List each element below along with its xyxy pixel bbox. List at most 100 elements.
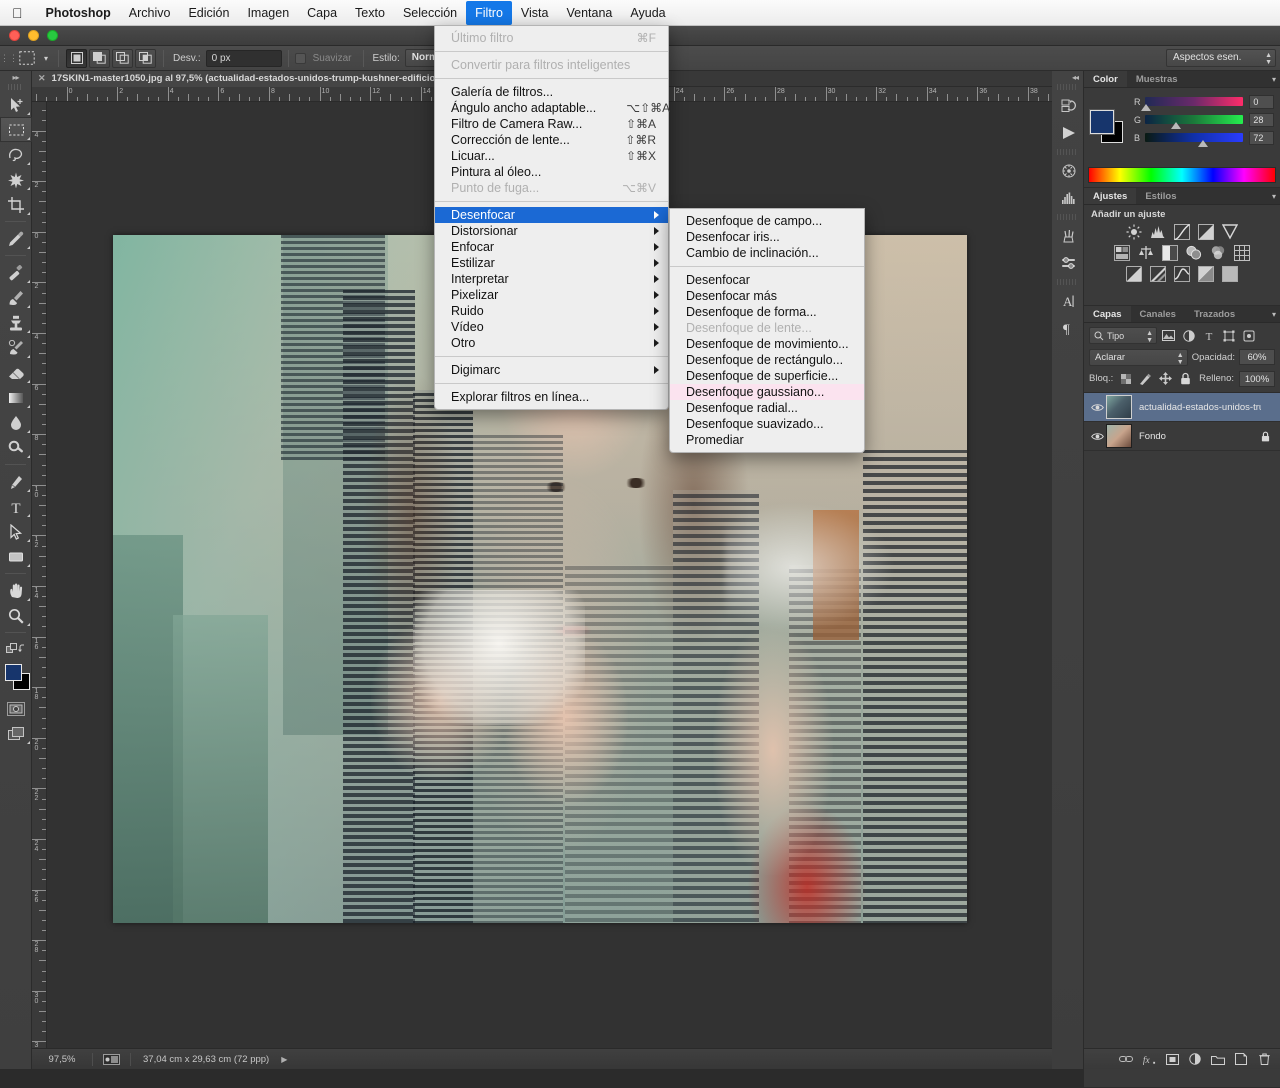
menu-item-cambio-de-inclinaci-n[interactable]: Cambio de inclinación... (670, 245, 864, 261)
zoom-tool[interactable] (0, 603, 32, 628)
color-spectrum-ramp[interactable] (1088, 167, 1276, 183)
color-slider-row-g[interactable]: G 28 (1134, 112, 1274, 129)
layer-thumbnail[interactable] (1106, 424, 1132, 448)
dodge-tool[interactable] (0, 435, 32, 460)
invert-icon[interactable] (1124, 265, 1144, 282)
menu-item-pixelizar[interactable]: Pixelizar (435, 287, 668, 303)
navigator-icon[interactable] (1052, 157, 1084, 184)
healing-brush-tool[interactable] (0, 260, 32, 285)
eye-icon[interactable] (1089, 432, 1106, 441)
menubar-item-photoshop[interactable]: Photoshop (37, 1, 120, 25)
eye-icon[interactable] (1089, 403, 1106, 412)
hand-tool[interactable] (0, 578, 32, 603)
dock-section-handle[interactable] (1057, 149, 1078, 155)
menu-item-pintura-al-leo[interactable]: Pintura al óleo... (435, 164, 668, 180)
layer-list[interactable]: actualidad-estados-unidos-trump-kus... Fo… (1084, 392, 1280, 451)
hue-saturation-icon[interactable] (1112, 244, 1132, 261)
channel-value-g[interactable]: 28 (1249, 112, 1274, 127)
lock-transparency-icon[interactable] (1118, 371, 1133, 386)
color-panel-tabs[interactable]: Color Muestras ▾ (1084, 71, 1280, 88)
filter-menu[interactable]: Último filtro ⌘F Convertir para filtros in… (434, 25, 670, 410)
menu-item-desenfoque-de-forma[interactable]: Desenfoque de forma... (670, 304, 864, 320)
channel-value-b[interactable]: 72 (1249, 130, 1274, 145)
menu-item-interpretar[interactable]: Interpretar (435, 271, 668, 287)
history-brush-tool[interactable] (0, 335, 32, 360)
panel-menu-icon[interactable]: ▾ (1272, 310, 1276, 319)
subtract-from-selection-button[interactable] (112, 48, 133, 68)
threshold-icon[interactable] (1172, 265, 1192, 282)
menu-item-desenfoque-gaussiano[interactable]: Desenfoque gaussiano... (670, 384, 864, 400)
tab-color[interactable]: Color (1084, 71, 1127, 87)
color-panel-swatches[interactable] (1089, 109, 1124, 144)
tab-muestras[interactable]: Muestras (1127, 71, 1187, 87)
layer-row[interactable]: actualidad-estados-unidos-trump-kus... (1084, 393, 1280, 422)
adjustment-filter-icon[interactable] (1180, 327, 1197, 344)
tab-capas[interactable]: Capas (1084, 306, 1131, 322)
tool-preset-chevron-icon[interactable]: ▾ (40, 54, 52, 63)
move-tool[interactable] (0, 92, 32, 117)
menu-item-enfocar[interactable]: Enfocar (435, 239, 668, 255)
layer-filter-row[interactable]: Tipo ▲ ▼ T (1084, 323, 1280, 345)
menubar-item-ayuda[interactable]: Ayuda (621, 1, 674, 25)
tab-ajustes[interactable]: Ajustes (1084, 188, 1137, 204)
vibrance-icon[interactable] (1220, 223, 1240, 240)
color-lookup-icon[interactable] (1232, 244, 1252, 261)
adjustments-panel[interactable]: Ajustes Estilos ▾ Añadir un ajuste (1084, 188, 1280, 306)
menubar-item-seleccin[interactable]: Selección (394, 1, 466, 25)
new-selection-button[interactable] (66, 48, 87, 68)
foreground-color-swatch[interactable] (5, 664, 22, 681)
color-swatches[interactable] (0, 662, 32, 696)
channel-value-r[interactable]: 0 (1249, 94, 1274, 109)
collapsed-panel-dock[interactable]: ◂◂ A ¶ (1052, 71, 1084, 1069)
menu-item-desenfoque-de-rect-ngulo[interactable]: Desenfoque de rectángulo... (670, 352, 864, 368)
menubar-item-imagen[interactable]: Imagen (238, 1, 298, 25)
apple-logo-icon[interactable]:  (0, 6, 37, 20)
menu-item-desenfocar[interactable]: Desenfocar (435, 207, 668, 223)
dock-expand-icon[interactable]: ◂◂ (1052, 71, 1083, 84)
adjustments-panel-tabs[interactable]: Ajustes Estilos ▾ (1084, 188, 1280, 205)
tools-panel[interactable]: ▸▸ T (0, 71, 32, 1069)
menu-item-promediar[interactable]: Promediar (670, 432, 864, 448)
screen-mode-toggle[interactable] (0, 721, 32, 746)
brush-tool[interactable] (0, 285, 32, 310)
layer-style-icon[interactable]: fx (1142, 1052, 1156, 1066)
zoom-level[interactable]: 97,5% (32, 1054, 92, 1065)
slider-g[interactable] (1145, 115, 1244, 129)
layer-filter-kind-select[interactable]: Tipo ▲ ▼ (1089, 327, 1157, 344)
blur-tool[interactable] (0, 410, 32, 435)
feather-input[interactable]: 0 px (205, 49, 282, 67)
menubar-item-capa[interactable]: Capa (298, 1, 346, 25)
new-adjustment-layer-icon[interactable] (1188, 1052, 1202, 1066)
actions-icon[interactable] (1052, 119, 1084, 146)
layers-panel[interactable]: Capas Canales Trazados ▾ Tipo ▲ ▼ T Aclar… (1084, 306, 1280, 1088)
fill-value[interactable]: 100% (1239, 370, 1275, 387)
document-tab[interactable]: ✕ 17SKIN1-master1050.jpg al 97,5% (actua… (32, 70, 445, 87)
menubar-item-archivo[interactable]: Archivo (120, 1, 180, 25)
history-icon[interactable] (1052, 92, 1084, 119)
menubar-item-edicin[interactable]: Edición (179, 1, 238, 25)
slider-b[interactable] (1145, 133, 1244, 147)
menubar-item-ventana[interactable]: Ventana (558, 1, 622, 25)
channel-mixer-icon[interactable] (1208, 244, 1228, 261)
color-slider-row-r[interactable]: R 0 (1134, 94, 1274, 111)
slider-thumb[interactable] (1141, 104, 1152, 111)
toolbar-drag-handle[interactable] (8, 84, 23, 90)
new-group-icon[interactable] (1211, 1052, 1225, 1066)
type-tool[interactable]: T (0, 494, 32, 519)
histogram-icon[interactable] (1052, 184, 1084, 211)
lock-position-icon[interactable] (1158, 371, 1173, 386)
menu-item-galer-a-de-filtros[interactable]: Galería de filtros... (435, 84, 668, 100)
menu-item-filtro-de-camera-raw[interactable]: Filtro de Camera Raw... ⇧⌘A (435, 116, 668, 132)
adjustments-panel-body[interactable]: Añadir un ajuste (1084, 205, 1280, 305)
gradient-map-icon[interactable] (1196, 265, 1216, 282)
layer-name[interactable]: actualidad-estados-unidos-trump-kus... (1139, 402, 1261, 413)
menubar-item-texto[interactable]: Texto (346, 1, 394, 25)
photo-filter-icon[interactable] (1184, 244, 1204, 261)
link-layers-icon[interactable] (1119, 1052, 1133, 1066)
blur-submenu[interactable]: Desenfoque de campo... Desenfocar iris...… (669, 208, 865, 453)
menu-item-desenfocar[interactable]: Desenfocar (670, 272, 864, 288)
menubar-item-filtro[interactable]: Filtro (466, 0, 512, 25)
tab-trazados[interactable]: Trazados (1185, 306, 1244, 322)
menu-item-desenfoque-suavizado[interactable]: Desenfoque suavizado... (670, 416, 864, 432)
selective-color-icon[interactable] (1220, 265, 1240, 282)
